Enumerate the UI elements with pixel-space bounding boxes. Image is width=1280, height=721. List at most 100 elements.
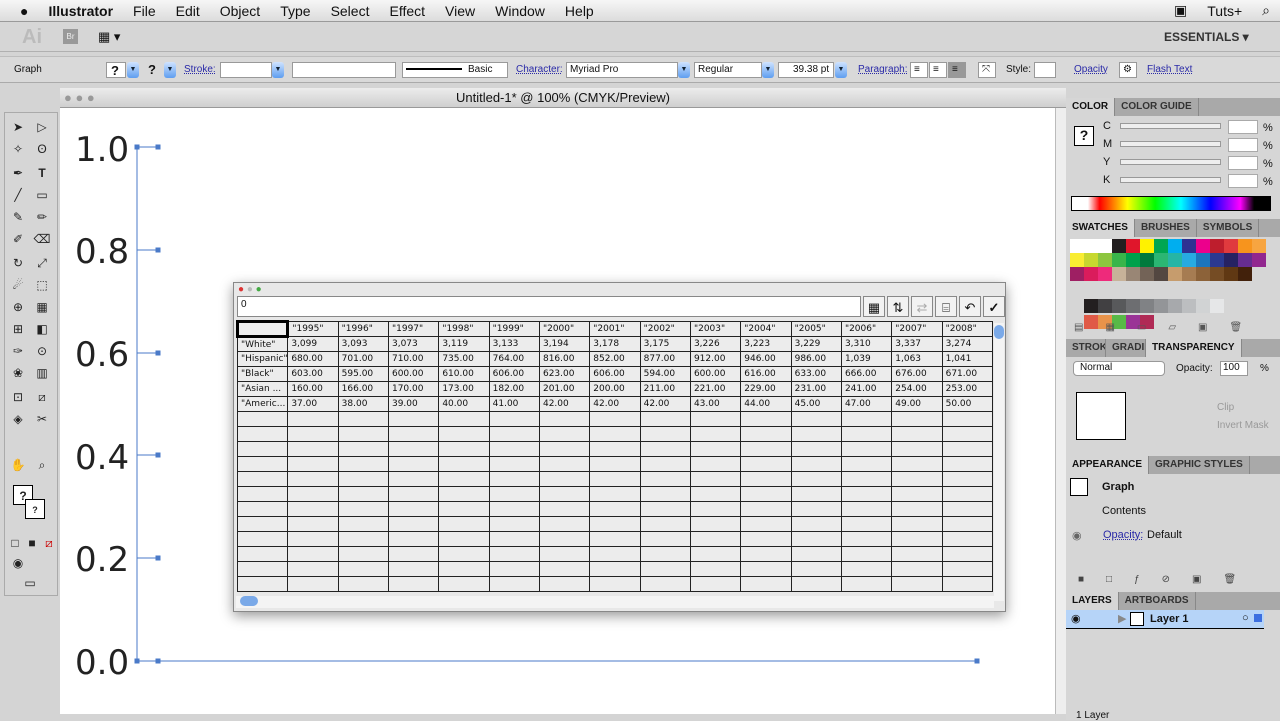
color-swatch[interactable] — [1126, 267, 1140, 281]
color-swatch[interactable] — [1252, 239, 1266, 253]
table-cell[interactable] — [941, 486, 994, 502]
table-cell[interactable]: "1999" — [488, 321, 540, 337]
table-cell[interactable] — [689, 546, 742, 562]
table-cell[interactable] — [287, 546, 339, 562]
color-swatch[interactable] — [1112, 253, 1126, 267]
table-cell[interactable] — [387, 516, 440, 532]
brush-select[interactable]: Basic — [402, 62, 508, 78]
table-cell[interactable] — [790, 531, 842, 547]
table-cell[interactable] — [941, 426, 994, 442]
gray-swatch[interactable] — [1126, 299, 1140, 313]
table-cell[interactable] — [740, 441, 792, 457]
color-swatch[interactable] — [1070, 253, 1084, 267]
table-cell[interactable] — [337, 426, 389, 442]
font-style-input[interactable]: Regular — [694, 62, 762, 78]
table-cell[interactable] — [488, 546, 540, 562]
table-cell[interactable] — [387, 561, 440, 577]
revert-button[interactable]: ↶ — [959, 296, 981, 317]
menu-help[interactable]: Help — [555, 3, 604, 19]
menu-select[interactable]: Select — [321, 3, 380, 19]
table-cell[interactable]: 160.00 — [287, 381, 339, 397]
table-cell[interactable]: 211.00 — [639, 381, 691, 397]
table-cell[interactable] — [236, 531, 289, 547]
table-cell[interactable] — [840, 561, 893, 577]
table-cell[interactable] — [538, 546, 591, 562]
table-cell[interactable]: 671.00 — [941, 366, 994, 382]
expand-triangle-icon[interactable]: ▶ — [1118, 612, 1126, 625]
table-cell[interactable]: "2006" — [840, 321, 893, 337]
table-cell[interactable] — [337, 501, 389, 517]
tab-symbols[interactable]: SYMBOLS — [1197, 219, 1260, 237]
fill-swatch[interactable]: ? — [106, 62, 126, 78]
slice-tool-icon[interactable]: ⧄ — [32, 387, 52, 407]
blob-brush-tool-icon[interactable]: ✐ — [8, 229, 28, 249]
fill-dropdown[interactable]: ▼ — [127, 62, 139, 78]
color-swatch[interactable] — [1210, 253, 1224, 267]
color-swatch[interactable] — [1140, 253, 1154, 267]
workspace-switcher[interactable]: ESSENTIALS ▾ — [1164, 30, 1249, 44]
table-cell[interactable] — [387, 426, 440, 442]
table-cell[interactable]: 606.00 — [589, 366, 641, 382]
blend-mode-select[interactable]: Normal — [1073, 361, 1165, 376]
table-cell[interactable] — [689, 561, 742, 577]
mesh-tool-icon[interactable]: ⊞ — [8, 319, 28, 339]
apply-button[interactable]: ✓ — [983, 296, 1005, 317]
eraser-tool-icon[interactable]: ⌫ — [32, 229, 52, 249]
visibility-eye-icon[interactable]: ◉ — [1071, 612, 1081, 625]
color-swatch[interactable] — [1224, 253, 1238, 267]
gray-swatch[interactable] — [1210, 299, 1224, 313]
table-cell[interactable]: 173.00 — [438, 381, 490, 397]
table-cell[interactable]: "2000" — [538, 321, 591, 337]
table-cell[interactable] — [941, 501, 994, 517]
tab-gradient[interactable]: GRADIENT — [1106, 339, 1146, 357]
table-cell[interactable]: 594.00 — [639, 366, 691, 382]
table-cell[interactable]: 3,178 — [589, 336, 641, 352]
table-cell[interactable] — [589, 516, 641, 532]
gray-swatch[interactable] — [1140, 299, 1154, 313]
table-cell[interactable] — [740, 576, 792, 592]
table-cell[interactable] — [538, 471, 591, 487]
table-cell[interactable]: 852.00 — [589, 351, 641, 367]
window-controls[interactable]: ● ● ● — [238, 284, 262, 295]
tab-transparency[interactable]: TRANSPARENCY — [1146, 339, 1242, 357]
table-cell[interactable] — [236, 456, 289, 472]
direct-selection-tool-icon[interactable]: ▷ — [32, 117, 52, 137]
tab-graphic-styles[interactable]: GRAPHIC STYLES — [1149, 456, 1250, 474]
symbol-sprayer-tool-icon[interactable]: ❀ — [8, 363, 28, 383]
table-cell[interactable] — [790, 471, 842, 487]
table-cell[interactable] — [840, 546, 893, 562]
table-cell[interactable]: 166.00 — [337, 381, 389, 397]
align-right-button[interactable]: ≡ — [948, 62, 966, 78]
table-cell[interactable] — [941, 411, 994, 427]
color-swatch[interactable] — [1196, 239, 1210, 253]
gray-swatch[interactable] — [1196, 299, 1210, 313]
gray-swatch[interactable] — [1168, 299, 1182, 313]
table-cell[interactable] — [236, 516, 289, 532]
color-swatch[interactable] — [1210, 267, 1224, 281]
color-swatch[interactable] — [1154, 253, 1168, 267]
color-swatch[interactable] — [1182, 253, 1196, 267]
table-cell[interactable] — [689, 501, 742, 517]
table-cell[interactable] — [941, 576, 994, 592]
table-cell[interactable]: "2001" — [589, 321, 641, 337]
table-cell[interactable] — [236, 411, 289, 427]
color-swatch[interactable] — [1238, 239, 1252, 253]
table-cell[interactable]: 43.00 — [689, 396, 742, 412]
table-cell[interactable] — [790, 561, 842, 577]
lasso-tool-icon[interactable]: ʘ — [32, 139, 52, 159]
table-cell[interactable]: 201.00 — [538, 381, 591, 397]
table-cell[interactable]: 3,093 — [337, 336, 389, 352]
clip-checkbox[interactable]: Clip — [1217, 402, 1234, 413]
table-cell[interactable] — [337, 576, 389, 592]
pen-tool-icon[interactable]: ✒ — [8, 163, 28, 183]
table-cell[interactable] — [287, 456, 339, 472]
color-swatch[interactable] — [1140, 267, 1154, 281]
table-cell[interactable]: 710.00 — [387, 351, 440, 367]
table-cell[interactable]: 986.00 — [790, 351, 842, 367]
menu-effect[interactable]: Effect — [379, 3, 435, 19]
color-swatch[interactable] — [1084, 239, 1098, 253]
table-cell[interactable]: 42.00 — [538, 396, 591, 412]
table-cell[interactable] — [840, 501, 893, 517]
table-cell[interactable] — [589, 456, 641, 472]
font-style-dropdown[interactable]: ▼ — [762, 62, 774, 78]
